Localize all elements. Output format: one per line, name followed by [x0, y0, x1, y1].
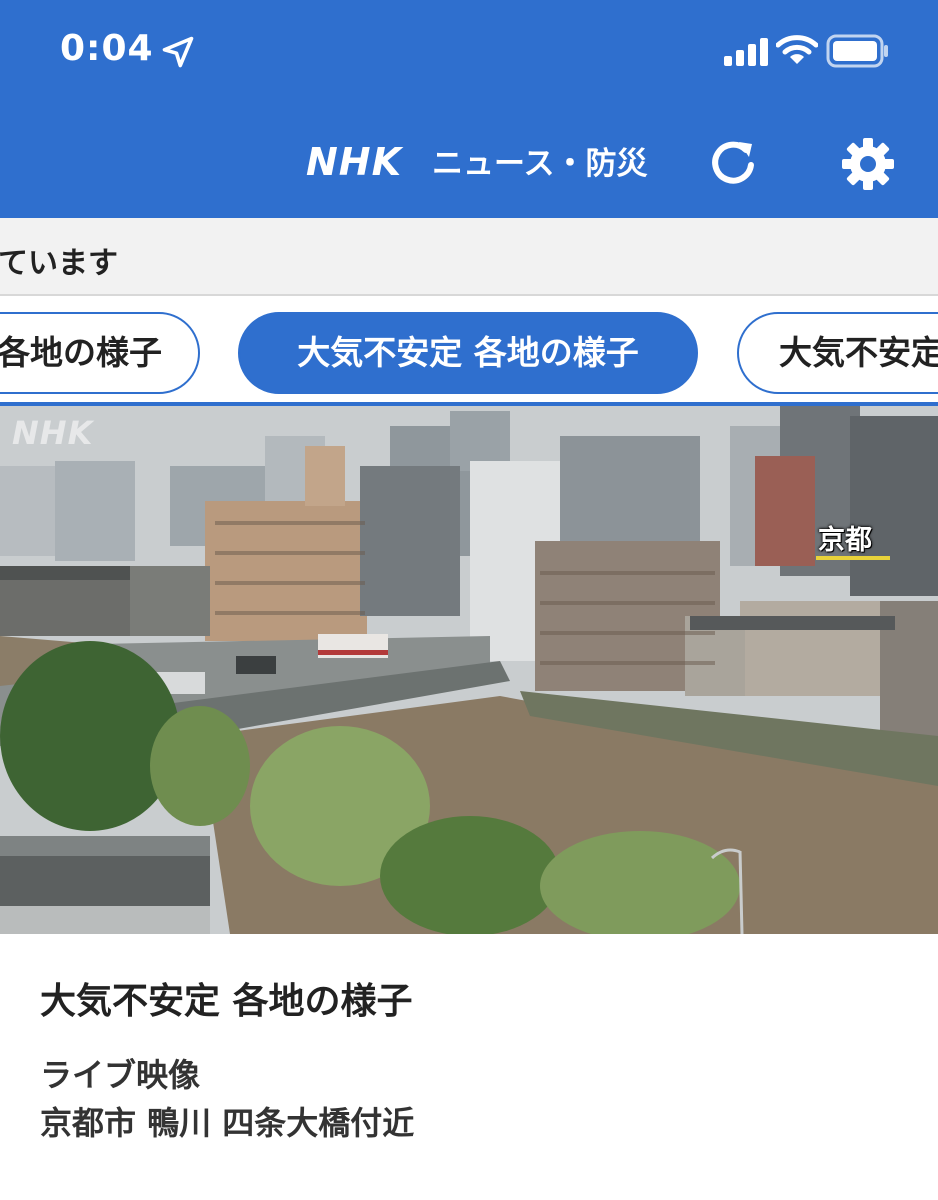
battery-icon — [826, 34, 888, 68]
article-subtitle: ライブ映像 — [40, 1056, 201, 1094]
app-title: ニュース・防災 — [432, 146, 648, 182]
tab-topic-prev[interactable]: 各地の様子 — [0, 312, 200, 394]
news-ticker[interactable]: ています — [0, 218, 938, 296]
status-time: 0:04 — [60, 28, 154, 69]
topic-tabs: 各地の様子 大気不安定 各地の様子 大気不安定 — [0, 298, 938, 406]
tab-topic-active[interactable]: 大気不安定 各地の様子 — [238, 312, 698, 394]
live-video[interactable]: NHK 京都 — [0, 406, 938, 934]
video-watermark: NHK — [12, 414, 94, 452]
cellular-signal-icon — [724, 38, 768, 66]
location-underline — [816, 556, 890, 560]
video-location-label: 京都 — [818, 525, 872, 556]
article-title[interactable]: 大気不安定 各地の様子 — [40, 972, 413, 1024]
tab-topic-next[interactable]: 大気不安定 — [737, 312, 938, 394]
refresh-icon[interactable] — [706, 136, 760, 190]
location-arrow-icon — [162, 36, 194, 68]
wifi-icon — [776, 35, 818, 64]
ticker-text: ています — [0, 246, 118, 281]
video-scene-image — [0, 406, 938, 934]
nhk-logo: NHK — [306, 140, 403, 184]
article-location: 京都市 鴨川 四条大橋付近 — [40, 1104, 415, 1142]
gear-icon[interactable] — [838, 134, 898, 194]
app-header: 0:04 NHK ニュース・防災 — [0, 0, 938, 218]
